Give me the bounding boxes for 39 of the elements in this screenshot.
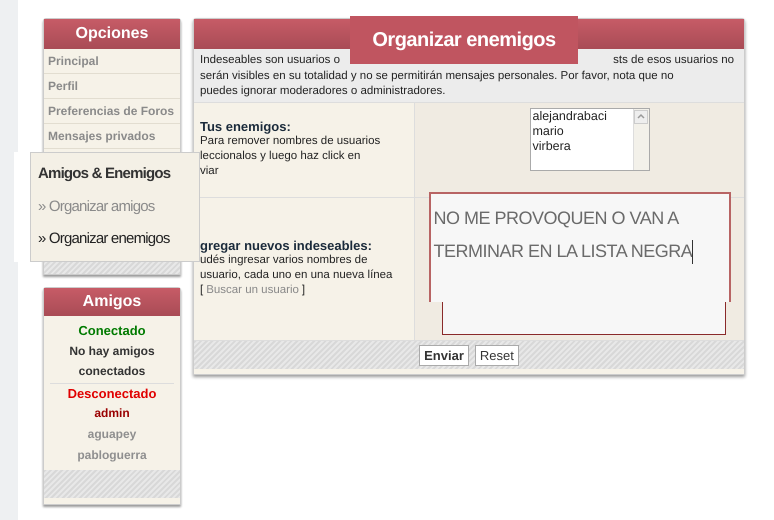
- list-item[interactable]: virbera: [532, 139, 632, 154]
- enemy-list[interactable]: alejandrabaci mario virbera: [530, 108, 650, 171]
- menu-heading: Amigos & Enemigos: [38, 164, 172, 184]
- title-zoom: Organizar enemigos: [350, 16, 578, 64]
- menu-item[interactable]: Perfil: [44, 74, 180, 99]
- help-text: Para remover nombres de usuarios: [200, 134, 382, 149]
- menu-item[interactable]: Mensajes privados: [44, 124, 180, 149]
- description-text: puedes ignorar moderadores o administradores.: [200, 84, 446, 99]
- textarea-zoom[interactable]: NO ME PROVOQUEN O VAN A TERMINAR EN LA LISTA NEGRA: [428, 192, 730, 302]
- status-text: No hay amigos conectados: [68, 342, 156, 380]
- menu-item[interactable]: » Organizar enemigos: [38, 228, 199, 250]
- friend-name[interactable]: pabloguerra: [77, 445, 147, 466]
- menu-item[interactable]: » Organizar amigos: [38, 196, 199, 218]
- status-heading: Desconectado: [68, 384, 156, 402]
- menu-item[interactable]: Preferencias de Foros: [44, 99, 180, 124]
- help-text: leccionalos y luego haz click en: [200, 149, 362, 164]
- scrollbar[interactable]: [632, 109, 648, 170]
- reset-button[interactable]: Reset: [474, 344, 519, 366]
- panel-title: Opciones: [44, 19, 180, 49]
- list-item[interactable]: mario: [532, 124, 632, 139]
- field-label: Tus enemigos:: [200, 119, 292, 134]
- help-text: viar: [200, 164, 220, 179]
- status-heading: Conectado: [78, 322, 146, 340]
- textarea-field[interactable]: [442, 302, 726, 335]
- bracket-text: ]: [302, 283, 306, 298]
- search-user-link[interactable]: Buscar un usuario: [206, 283, 299, 298]
- help-text: usuario, cada uno en una nueva línea: [200, 268, 394, 283]
- help-text: udés ingresar varios nombres de: [200, 253, 368, 268]
- submit-button[interactable]: Enviar: [419, 344, 469, 366]
- friend-name[interactable]: aguapey: [88, 424, 136, 445]
- field-label: gregar nuevos indeseables:: [200, 238, 373, 253]
- menu-item[interactable]: Principal: [44, 49, 180, 74]
- description-text: serán visibles en su totalidad y no se permitirán mensajes personales. Por favor, nota que no: [200, 69, 675, 84]
- description-text: Indeseables son usuarios o: [200, 53, 340, 68]
- bracket-text: [: [200, 283, 204, 298]
- friend-name[interactable]: admin: [94, 403, 130, 424]
- list-item[interactable]: alejandrabaci: [532, 109, 632, 124]
- description-text: sts de esos usuarios no: [613, 53, 734, 68]
- panel-title: Amigos: [44, 288, 180, 316]
